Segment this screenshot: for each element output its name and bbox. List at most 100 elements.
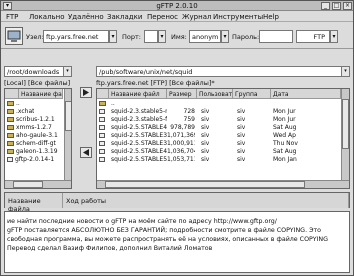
local-file-name: scribus-1.2.1 [16, 116, 55, 123]
remote-col-group[interactable]: Группа [233, 89, 271, 99]
close-icon[interactable]: × [343, 2, 352, 10]
local-path-combo[interactable]: /root/downloads ▾ [4, 66, 72, 77]
local-file-list[interactable]: Название файла .. .xchat scribus-1.2.1 x… [4, 88, 72, 189]
local-file-name: aho-gaule-3.1 [16, 132, 58, 139]
user-history-dropdown[interactable]: ▾ [221, 30, 229, 43]
table-row[interactable]: squid-2.5.STABLE3 1,071,369 siv siv Wed … [97, 132, 349, 140]
protocol-select[interactable]: FTP [296, 30, 330, 43]
host-input[interactable]: ftp.yars.free.net [43, 30, 109, 43]
port-history-dropdown[interactable]: ▾ [158, 30, 166, 43]
local-status: [Local] [Все файлы] [4, 79, 71, 87]
chevron-down-icon[interactable]: ▾ [341, 67, 349, 76]
local-file-name: galeon-1.3.19 [16, 148, 58, 155]
table-row[interactable]: .. [97, 100, 349, 108]
scrollbar-thumb[interactable] [342, 99, 349, 149]
menu-remote[interactable]: Удалённо [68, 13, 104, 21]
chevron-down-icon[interactable]: ▾ [63, 67, 71, 76]
window-title: gFTP 2.0.10 [156, 2, 198, 10]
triangle-left-icon [83, 149, 89, 156]
remote-col-icon[interactable] [97, 89, 109, 99]
remote-file-name: squid-2.3.stable5-r [111, 108, 167, 115]
log-line: ие найти последние новости о gFTP на моё… [7, 218, 277, 225]
log-line: Перевод сделал Вазиф Филипов, дополнил В… [7, 245, 213, 252]
scrollbar-thumb[interactable] [13, 181, 43, 188]
list-item[interactable]: gftp-2.0.14-1 [5, 156, 71, 164]
minimize-icon[interactable]: _ [321, 2, 330, 10]
table-row[interactable]: squid-2.5.STABLE4 1,036,704 siv siv Sat … [97, 148, 349, 156]
list-item[interactable]: scribus-1.2.1 [5, 116, 71, 124]
local-file-name: xmms-1.2.7 [16, 124, 52, 131]
connect-button[interactable] [5, 27, 23, 45]
menu-log[interactable]: Журнал [182, 13, 211, 21]
remote-file-date: Mon Jan [273, 156, 297, 163]
folder-icon [7, 125, 14, 130]
menu-local[interactable]: Локально [29, 13, 65, 21]
remote-col-size[interactable]: Размер [167, 89, 197, 99]
gftp-window: ▾ gFTP 2.0.10 _ □ × FTP Локально Удалённ… [0, 0, 354, 276]
remote-file-group: siv [237, 132, 246, 139]
menu-help[interactable]: Help [263, 13, 279, 21]
user-input[interactable]: anonym [189, 30, 221, 43]
table-row[interactable]: squid-2.5.STABLE5 1,053,711 siv siv Mon … [97, 156, 349, 164]
triangle-right-icon [83, 89, 89, 96]
upload-button[interactable] [80, 87, 92, 98]
remote-file-name: squid-2.3.stable5-fs [111, 116, 167, 123]
local-col-icon[interactable] [5, 89, 19, 99]
menu-ftp[interactable]: FTP [6, 13, 18, 21]
remote-vertical-scrollbar[interactable] [341, 89, 349, 180]
local-horizontal-scrollbar[interactable] [5, 180, 71, 188]
list-item[interactable]: .. [5, 100, 71, 108]
remote-file-name: .. [111, 100, 115, 107]
file-icon [99, 149, 105, 154]
host-history-dropdown[interactable]: ▾ [109, 30, 117, 43]
remote-col-name[interactable]: Название файл [109, 89, 167, 99]
list-item[interactable]: xmms-1.2.7 [5, 124, 71, 132]
folder-icon [7, 117, 14, 122]
queue-col-filename[interactable]: Название файла [5, 193, 63, 213]
menu-transfer[interactable]: Перенос [147, 13, 178, 21]
remote-file-size: 728 [183, 108, 195, 115]
password-input[interactable] [259, 30, 293, 43]
list-item[interactable]: galeon-1.3.19 [5, 148, 71, 156]
remote-file-user: siv [201, 156, 210, 163]
list-item[interactable]: aho-gaule-3.1 [5, 132, 71, 140]
list-item[interactable]: .xchat [5, 108, 71, 116]
remote-file-date: Wed Ap [273, 132, 296, 139]
table-row[interactable]: squid-2.5.STABLE4 978,789 siv siv Sat Au… [97, 124, 349, 132]
port-input[interactable] [144, 30, 158, 43]
folder-icon [7, 133, 14, 138]
table-row[interactable]: squid-2.3.stable5-r 728 siv siv Mon Jur [97, 108, 349, 116]
remote-file-name: squid-2.5.STABLE5 [111, 156, 167, 163]
list-item[interactable]: schem-diff-gt [5, 140, 71, 148]
queue-col-progress[interactable]: Ход работы [63, 193, 349, 208]
protocol-dropdown-icon[interactable]: ▾ [330, 30, 338, 43]
download-button[interactable] [80, 147, 92, 158]
menu-bookmarks[interactable]: Закладки [107, 13, 142, 21]
local-file-name: schem-diff-gt [16, 140, 56, 147]
password-label: Пароль: [232, 33, 260, 41]
scrollbar-thumb[interactable] [105, 181, 305, 188]
remote-file-date: Sat Aug [273, 148, 297, 155]
remote-col-date[interactable]: Дата [271, 89, 341, 99]
remote-status: ftp.yars.free.net [FTP] [Все файлы]* [96, 79, 215, 87]
host-label: Узел: [26, 33, 44, 41]
transfer-queue[interactable]: Название файла Ход работы [4, 192, 350, 213]
menu-tools[interactable]: Инструменты [213, 13, 263, 21]
remote-file-group: siv [237, 108, 246, 115]
remote-col-user[interactable]: Пользовате [197, 89, 233, 99]
log-line: gFTP поставляется АБСОЛЮТНО БЕЗ ГАРАНТИЙ… [7, 227, 321, 234]
remote-file-list[interactable]: Название файл Размер Пользовате Группа Д… [96, 88, 350, 189]
local-file-name: .. [16, 100, 20, 107]
remote-horizontal-scrollbar[interactable] [97, 180, 349, 188]
local-vertical-scrollbar[interactable] [64, 89, 71, 180]
log-panel[interactable]: ие найти последние новости о gFTP на моё… [4, 211, 350, 273]
local-col-name[interactable]: Название файла [19, 89, 63, 99]
remote-path-combo[interactable]: /pub/software/unix/net/squid ▾ [96, 66, 350, 77]
folder-icon [7, 109, 14, 114]
maximize-icon[interactable]: □ [332, 2, 341, 10]
table-row[interactable]: squid-2.5.STABLE3 1,000,911 siv siv Thu … [97, 140, 349, 148]
remote-file-size: 1,036,704 [167, 148, 195, 155]
scrollbar-thumb[interactable] [65, 101, 71, 131]
file-icon [99, 117, 105, 122]
table-row[interactable]: squid-2.3.stable5-fs 759 siv siv Mon Jur [97, 116, 349, 124]
